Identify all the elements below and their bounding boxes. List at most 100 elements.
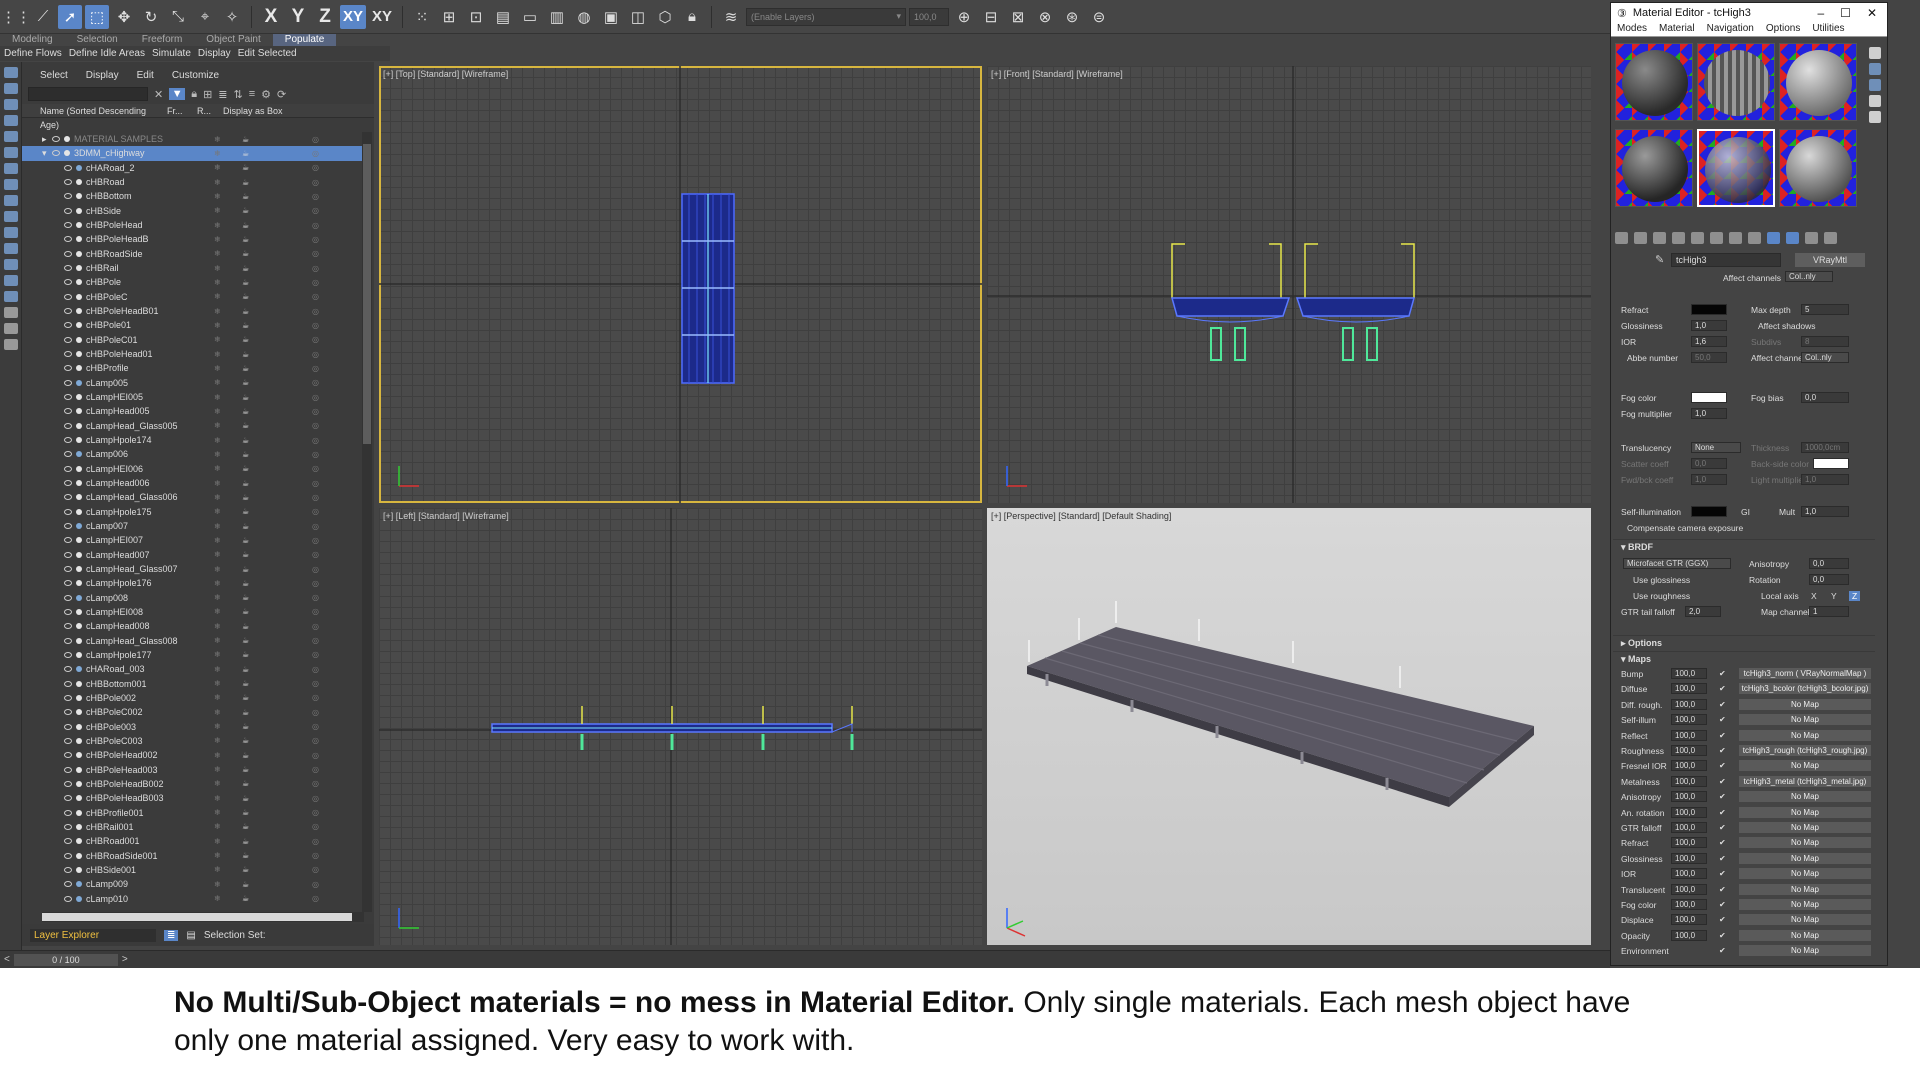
visibility-eye-icon[interactable]	[64, 809, 72, 816]
visibility-eye-icon[interactable]	[64, 437, 72, 444]
visibility-eye-icon[interactable]	[64, 537, 72, 544]
layer-add-icon[interactable]: ⊕	[952, 5, 976, 29]
map-slot-button[interactable]: tcHigh3_bcolor (tcHigh3_bcolor.jpg)	[1739, 683, 1871, 695]
tree-row[interactable]: cHBPoleHead ❄︎ ☕︎ ◎	[22, 218, 362, 232]
sample-slot[interactable]	[1779, 129, 1857, 207]
renderable-icon[interactable]: ☕︎	[242, 880, 249, 889]
tree-row[interactable]: cHBPoleHeadB01 ❄︎ ☕︎ ◎	[22, 304, 362, 318]
renderable-icon[interactable]: ☕︎	[242, 321, 249, 330]
display-all-icon[interactable]	[4, 259, 18, 270]
map-enable-checkbox[interactable]: ✔	[1719, 946, 1726, 955]
renderable-icon[interactable]: ☕︎	[242, 249, 249, 258]
display-as-box-icon[interactable]: ◎	[312, 650, 319, 659]
clear-search-icon[interactable]: ✕	[154, 88, 163, 101]
display-as-box-icon[interactable]: ◎	[312, 135, 319, 144]
material-id-icon[interactable]	[1729, 232, 1742, 244]
freeze-icon[interactable]: ❄︎	[214, 794, 221, 803]
visibility-eye-icon[interactable]	[64, 895, 72, 902]
visibility-eye-icon[interactable]	[64, 408, 72, 415]
assign-material-icon[interactable]	[1653, 232, 1666, 244]
map-amount-field[interactable]: 100,0	[1671, 683, 1707, 695]
freeze-icon[interactable]: ❄︎	[214, 235, 221, 244]
tree-row[interactable]: cHBPole ❄︎ ☕︎ ◎	[22, 275, 362, 289]
brdf-rollout-header[interactable]: ▾ BRDF	[1613, 539, 1875, 553]
display-as-box-icon[interactable]: ◎	[312, 206, 319, 215]
map-slot-button[interactable]: No Map	[1739, 806, 1871, 818]
visibility-eye-icon[interactable]	[64, 394, 72, 401]
map-slot-button[interactable]: No Map	[1739, 837, 1871, 849]
visibility-eye-icon[interactable]	[64, 737, 72, 744]
renderable-icon[interactable]: ☕︎	[242, 736, 249, 745]
display-as-box-icon[interactable]: ◎	[312, 708, 319, 717]
column-display-as-box[interactable]: Display as Box	[223, 104, 303, 117]
freeze-icon[interactable]: ❄︎	[214, 135, 221, 144]
tree-row[interactable]: cLamp009 ❄︎ ☕︎ ◎	[22, 877, 362, 891]
freeze-icon[interactable]: ❄︎	[214, 436, 221, 445]
axis-y-button[interactable]: Y	[286, 5, 310, 29]
visibility-eye-icon[interactable]	[64, 480, 72, 487]
layer-extra3-icon[interactable]: ⊜	[1087, 5, 1111, 29]
visibility-eye-icon[interactable]	[64, 780, 72, 787]
freeze-icon[interactable]: ❄︎	[214, 837, 221, 846]
prev-frame-icon[interactable]: <	[4, 954, 10, 965]
display-geometry-icon[interactable]	[4, 67, 18, 78]
visibility-eye-icon[interactable]	[64, 680, 72, 687]
display-as-box-icon[interactable]: ◎	[312, 822, 319, 831]
display-as-box-icon[interactable]: ◎	[312, 393, 319, 402]
map-slot-button[interactable]: No Map	[1739, 729, 1871, 741]
brdf-type-select[interactable]: Microfacet GTR (GGX)	[1623, 558, 1731, 569]
freeze-icon[interactable]: ❄︎	[214, 607, 221, 616]
render-icon[interactable]: ⬡	[653, 5, 677, 29]
define-idle-areas-button[interactable]: Define Idle Areas	[69, 46, 145, 61]
visibility-eye-icon[interactable]	[64, 308, 72, 315]
tree-row[interactable]: cLamp007 ❄︎ ☕︎ ◎	[22, 519, 362, 533]
select-region-icon[interactable]: ⬚	[85, 4, 109, 29]
visibility-eye-icon[interactable]	[64, 766, 72, 773]
freeze-icon[interactable]: ❄︎	[214, 307, 221, 316]
display-as-box-icon[interactable]: ◎	[312, 421, 319, 430]
renderable-icon[interactable]: ☕︎	[242, 765, 249, 774]
visibility-eye-icon[interactable]	[64, 351, 72, 358]
explorer-horizontal-scrollbar[interactable]	[42, 912, 364, 922]
tree-row[interactable]: cLamp010 ❄︎ ☕︎ ◎	[22, 891, 362, 905]
layer-view-icon[interactable]: ≣	[164, 929, 179, 941]
go-sibling-icon[interactable]	[1805, 232, 1818, 244]
map-amount-field[interactable]: 100,0	[1671, 929, 1707, 941]
renderable-icon[interactable]: ☕︎	[242, 307, 249, 316]
tree-row[interactable]: cLampHpole176 ❄︎ ☕︎ ◎	[22, 576, 362, 590]
search-input[interactable]	[28, 87, 148, 101]
tree-row[interactable]: cHBPoleC002 ❄︎ ☕︎ ◎	[22, 705, 362, 719]
map-enable-checkbox[interactable]: ✔	[1719, 838, 1726, 847]
freeze-icon[interactable]: ❄︎	[214, 292, 221, 301]
renderable-icon[interactable]: ☕︎	[242, 221, 249, 230]
refract-color-swatch[interactable]	[1691, 304, 1727, 315]
display-bones-icon[interactable]	[4, 195, 18, 206]
layers-icon[interactable]: ≋	[719, 5, 743, 29]
freeze-icon[interactable]: ❄︎	[214, 278, 221, 287]
tree-row[interactable]: cHBProfile001 ❄︎ ☕︎ ◎	[22, 805, 362, 819]
map-amount-field[interactable]: 100,0	[1671, 698, 1707, 710]
fog-bias-field[interactable]: 0,0	[1801, 392, 1849, 403]
visibility-eye-icon[interactable]	[64, 279, 72, 286]
tree-row[interactable]: cLampHEI005 ❄︎ ☕︎ ◎	[22, 390, 362, 404]
tree-row[interactable]: cLampHead006 ❄︎ ☕︎ ◎	[22, 476, 362, 490]
display-lights-icon[interactable]	[4, 99, 18, 110]
freeze-icon[interactable]: ❄︎	[214, 536, 221, 545]
rotation-field[interactable]: 0,0	[1809, 574, 1849, 585]
tree-row[interactable]: cLampHead_Glass007 ❄︎ ☕︎ ◎	[22, 562, 362, 576]
map-enable-checkbox[interactable]: ✔	[1719, 823, 1726, 832]
reset-map-icon[interactable]	[1672, 232, 1685, 244]
subdivs-field[interactable]: 8	[1801, 336, 1849, 347]
material-type-button[interactable]: VRayMtl	[1795, 253, 1865, 267]
freeze-icon[interactable]: ❄︎	[214, 765, 221, 774]
visibility-eye-icon[interactable]	[64, 866, 72, 873]
renderable-icon[interactable]: ☕︎	[242, 335, 249, 344]
display-as-box-icon[interactable]: ◎	[312, 264, 319, 273]
map-slot-button[interactable]: No Map	[1739, 883, 1871, 895]
renderable-icon[interactable]: ☕︎	[242, 178, 249, 187]
eyedropper-icon[interactable]: ✎	[1655, 253, 1664, 266]
display-as-box-icon[interactable]: ◎	[312, 178, 319, 187]
sort-icon[interactable]: ⇅	[234, 88, 243, 101]
visibility-eye-icon[interactable]	[64, 236, 72, 243]
close-icon[interactable]: ✕	[1867, 6, 1877, 20]
